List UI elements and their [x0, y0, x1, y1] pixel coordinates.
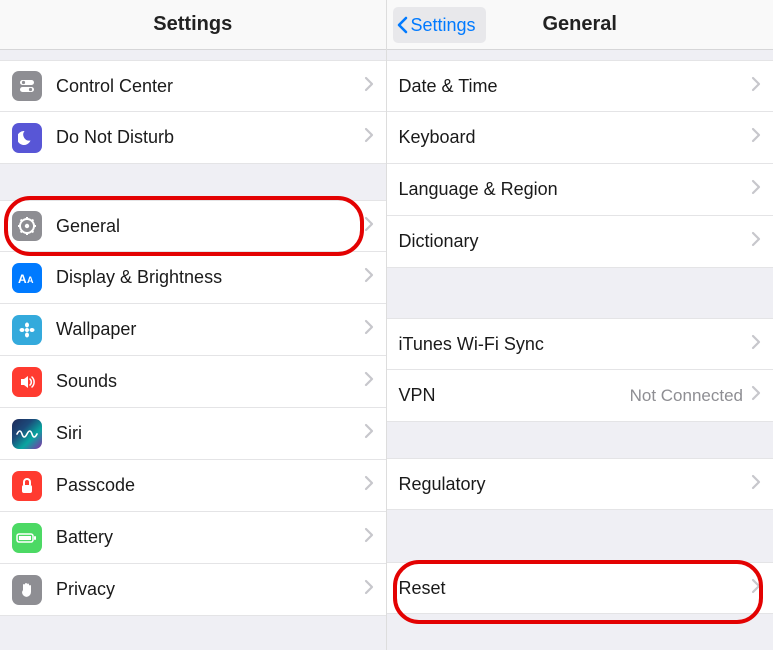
group-gap — [0, 50, 386, 60]
text-size-icon: AA — [12, 263, 42, 293]
row-vpn[interactable]: VPN Not Connected — [387, 370, 773, 422]
chevron-right-icon — [751, 231, 761, 252]
row-regulatory[interactable]: Regulatory — [387, 458, 773, 510]
battery-icon — [12, 523, 42, 553]
siri-icon — [12, 419, 42, 449]
row-label: VPN — [399, 385, 630, 406]
row-general[interactable]: General — [0, 200, 386, 252]
row-privacy[interactable]: Privacy — [0, 564, 386, 616]
row-label: Battery — [56, 527, 364, 548]
chevron-right-icon — [364, 267, 374, 288]
row-sounds[interactable]: Sounds — [0, 356, 386, 408]
chevron-right-icon — [751, 127, 761, 148]
row-label: Display & Brightness — [56, 267, 364, 288]
lock-icon — [12, 471, 42, 501]
svg-text:A: A — [27, 275, 34, 285]
row-label: Reset — [399, 578, 752, 599]
general-pane: Settings General Date & Time Keyboard La… — [387, 0, 773, 650]
row-label: Control Center — [56, 76, 364, 97]
row-label: Sounds — [56, 371, 364, 392]
chevron-right-icon — [364, 76, 374, 97]
speaker-icon — [12, 367, 42, 397]
back-label: Settings — [411, 15, 476, 36]
chevron-right-icon — [751, 385, 761, 406]
row-keyboard[interactable]: Keyboard — [387, 112, 773, 164]
row-label: General — [56, 216, 364, 237]
hand-icon — [12, 575, 42, 605]
chevron-right-icon — [364, 127, 374, 148]
chevron-right-icon — [364, 216, 374, 237]
chevron-right-icon — [751, 179, 761, 200]
row-label: iTunes Wi-Fi Sync — [399, 334, 752, 355]
row-language[interactable]: Language & Region — [387, 164, 773, 216]
group-gap — [0, 164, 386, 200]
settings-pane: Settings Control Center Do Not Disturb G… — [0, 0, 387, 650]
row-label: Do Not Disturb — [56, 127, 364, 148]
row-wallpaper[interactable]: Wallpaper — [0, 304, 386, 356]
group-gap — [387, 50, 773, 60]
chevron-right-icon — [751, 76, 761, 97]
chevron-right-icon — [364, 371, 374, 392]
row-label: Keyboard — [399, 127, 752, 148]
navbar-left: Settings — [0, 0, 386, 50]
row-label: Siri — [56, 423, 364, 444]
group-gap — [387, 268, 773, 318]
nav-title-left: Settings — [153, 13, 232, 36]
nav-title-right: General — [543, 13, 617, 36]
svg-text:A: A — [18, 272, 27, 286]
navbar-right: Settings General — [387, 0, 773, 50]
row-label: Date & Time — [399, 76, 752, 97]
chevron-right-icon — [364, 527, 374, 548]
flower-icon — [12, 315, 42, 345]
row-label: Passcode — [56, 475, 364, 496]
chevron-right-icon — [364, 475, 374, 496]
row-dictionary[interactable]: Dictionary — [387, 216, 773, 268]
group-gap — [387, 422, 773, 458]
row-control-center[interactable]: Control Center — [0, 60, 386, 112]
group-gap — [387, 510, 773, 562]
row-itunes-wifi[interactable]: iTunes Wi-Fi Sync — [387, 318, 773, 370]
chevron-right-icon — [751, 334, 761, 355]
row-siri[interactable]: Siri — [0, 408, 386, 460]
row-label: Privacy — [56, 579, 364, 600]
row-label: Wallpaper — [56, 319, 364, 340]
chevron-right-icon — [751, 578, 761, 599]
row-label: Regulatory — [399, 474, 752, 495]
moon-icon — [12, 123, 42, 153]
row-label: Language & Region — [399, 179, 752, 200]
chevron-right-icon — [364, 579, 374, 600]
row-label: Dictionary — [399, 231, 752, 252]
chevron-left-icon — [395, 15, 409, 35]
row-dnd[interactable]: Do Not Disturb — [0, 112, 386, 164]
gear-icon — [12, 211, 42, 241]
back-button[interactable]: Settings — [393, 7, 486, 43]
row-value: Not Connected — [630, 386, 743, 406]
chevron-right-icon — [364, 319, 374, 340]
toggles-icon — [12, 71, 42, 101]
row-battery[interactable]: Battery — [0, 512, 386, 564]
chevron-right-icon — [364, 423, 374, 444]
row-display[interactable]: AA Display & Brightness — [0, 252, 386, 304]
row-passcode[interactable]: Passcode — [0, 460, 386, 512]
chevron-right-icon — [751, 474, 761, 495]
row-reset[interactable]: Reset — [387, 562, 773, 614]
row-datetime[interactable]: Date & Time — [387, 60, 773, 112]
